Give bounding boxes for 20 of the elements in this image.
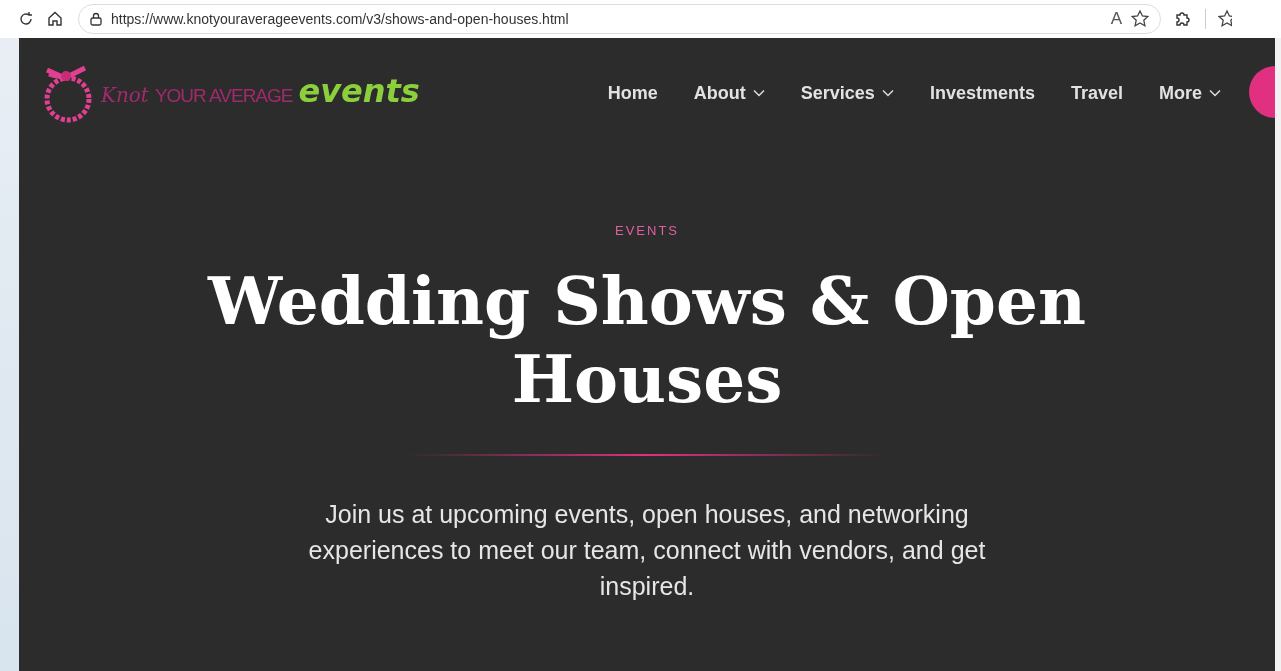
- nav-link[interactable]: Home: [607, 82, 658, 104]
- page-title: Wedding Shows & Open Houses: [206, 262, 1087, 418]
- nav-link[interactable]: Services: [800, 82, 894, 104]
- url-text: https://www.knotyouraverageevents.com/v3/shows-and-open-houses.html: [111, 11, 569, 27]
- section-label: EVENTS: [615, 223, 679, 238]
- lock-icon: [89, 12, 103, 26]
- logo-text: Knot: [101, 83, 149, 107]
- read-aloud-button[interactable]: A: [1110, 9, 1122, 29]
- refresh-icon[interactable]: [18, 11, 34, 27]
- nav-link[interactable]: Investments: [929, 82, 1035, 104]
- favorite-star-icon[interactable]: [1130, 9, 1150, 29]
- home-icon[interactable]: [46, 10, 64, 28]
- nav-link[interactable]: About: [693, 82, 765, 104]
- nav-link[interactable]: More: [1159, 82, 1221, 104]
- puzzle-piece-icon[interactable]: [1173, 9, 1193, 29]
- favorites-icon[interactable]: [1218, 9, 1232, 29]
- logo-text: YOUR AVERAGE: [154, 85, 293, 107]
- nav-link[interactable]: Travel: [1070, 82, 1123, 104]
- logo-text: events: [298, 72, 420, 110]
- intro-text: Join us at upcoming events, open houses, and networking experiences to meet our team, connect with vendors, and get inspired.: [307, 499, 987, 602]
